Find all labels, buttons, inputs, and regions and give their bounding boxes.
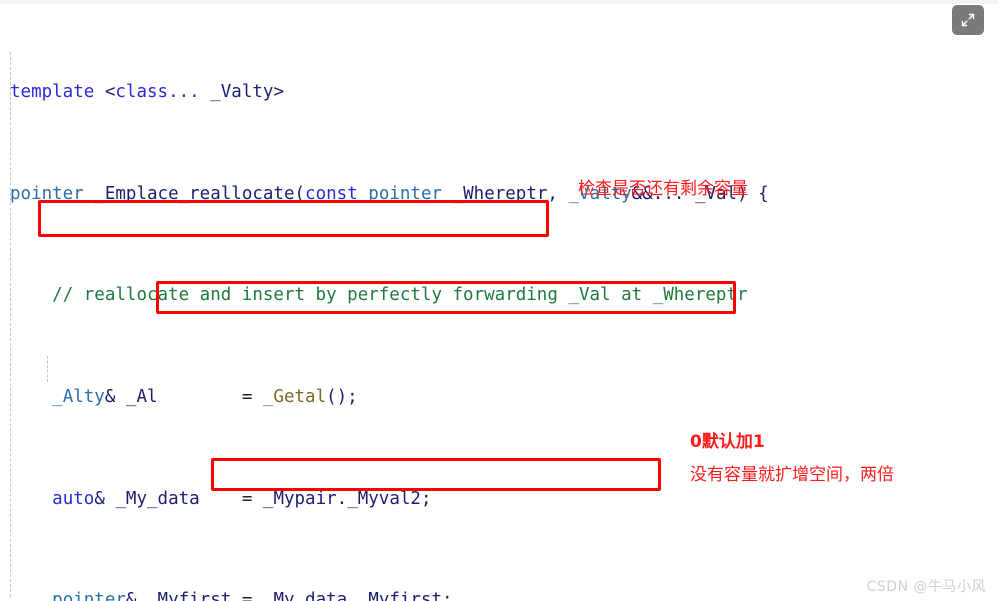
token-type-pointer-param: pointer xyxy=(368,183,443,204)
token-keyword-template: template xyxy=(10,82,95,103)
token-type-pointer-myfirst: pointer xyxy=(52,590,126,601)
token-keyword-auto: auto xyxy=(52,488,95,509)
token-whereptr-param: _Whereptr xyxy=(452,183,548,204)
csdn-watermark: CSDN @牛马小风 xyxy=(866,579,986,595)
token-al: _Al xyxy=(125,387,158,408)
token-myfirst: _Myfirst xyxy=(147,590,232,601)
token-keyword-class: class... xyxy=(115,82,200,103)
token-type-pointer: pointer xyxy=(10,183,84,204)
token-fn-emplace-reallocate: _Emplace_reallocate xyxy=(94,183,295,204)
token-fn-getal: _Getal xyxy=(262,387,327,408)
code-screenshot: template <class... _Valty> pointer _Empl… xyxy=(0,0,998,601)
annotation-grow-double: 没有容量就扩增空间，两倍 xyxy=(690,465,894,485)
code-line-5: auto& _My_data = _Mypair._Myval2; xyxy=(52,488,432,509)
code-line-3: // reallocate and insert by perfectly fo… xyxy=(0,283,998,308)
code-line-4: _Alty& _Al = _Getal(); xyxy=(52,387,358,408)
token-type-alty: _Alty xyxy=(52,387,105,408)
token-my-data-myfirst: _My_data._Myfirst xyxy=(262,590,443,601)
token-keyword-const: const xyxy=(305,183,358,204)
expand-arrows-icon xyxy=(960,12,976,28)
code-line-2: pointer _Emplace_reallocate(const pointe… xyxy=(10,183,769,204)
code-line-1: template <class... _Valty> xyxy=(10,82,284,103)
token-valty: _Valty xyxy=(210,82,274,103)
code-block: template <class... _Valty> pointer _Empl… xyxy=(0,4,998,601)
comment-forwarding: // reallocate and insert by perfectly fo… xyxy=(52,285,748,306)
token-my-data: _My_data xyxy=(115,488,200,509)
token-mypair-myval2: _Mypair._Myval2 xyxy=(262,488,421,509)
code-line-6: pointer& _Myfirst = _My_data._Myfirst; xyxy=(0,588,998,601)
annotation-check-remaining-capacity: 检查是否还有剩余容量 xyxy=(578,179,748,199)
annotation-zero-plus-one: 0默认加1 xyxy=(690,432,765,452)
expand-fullscreen-button[interactable] xyxy=(952,5,984,35)
